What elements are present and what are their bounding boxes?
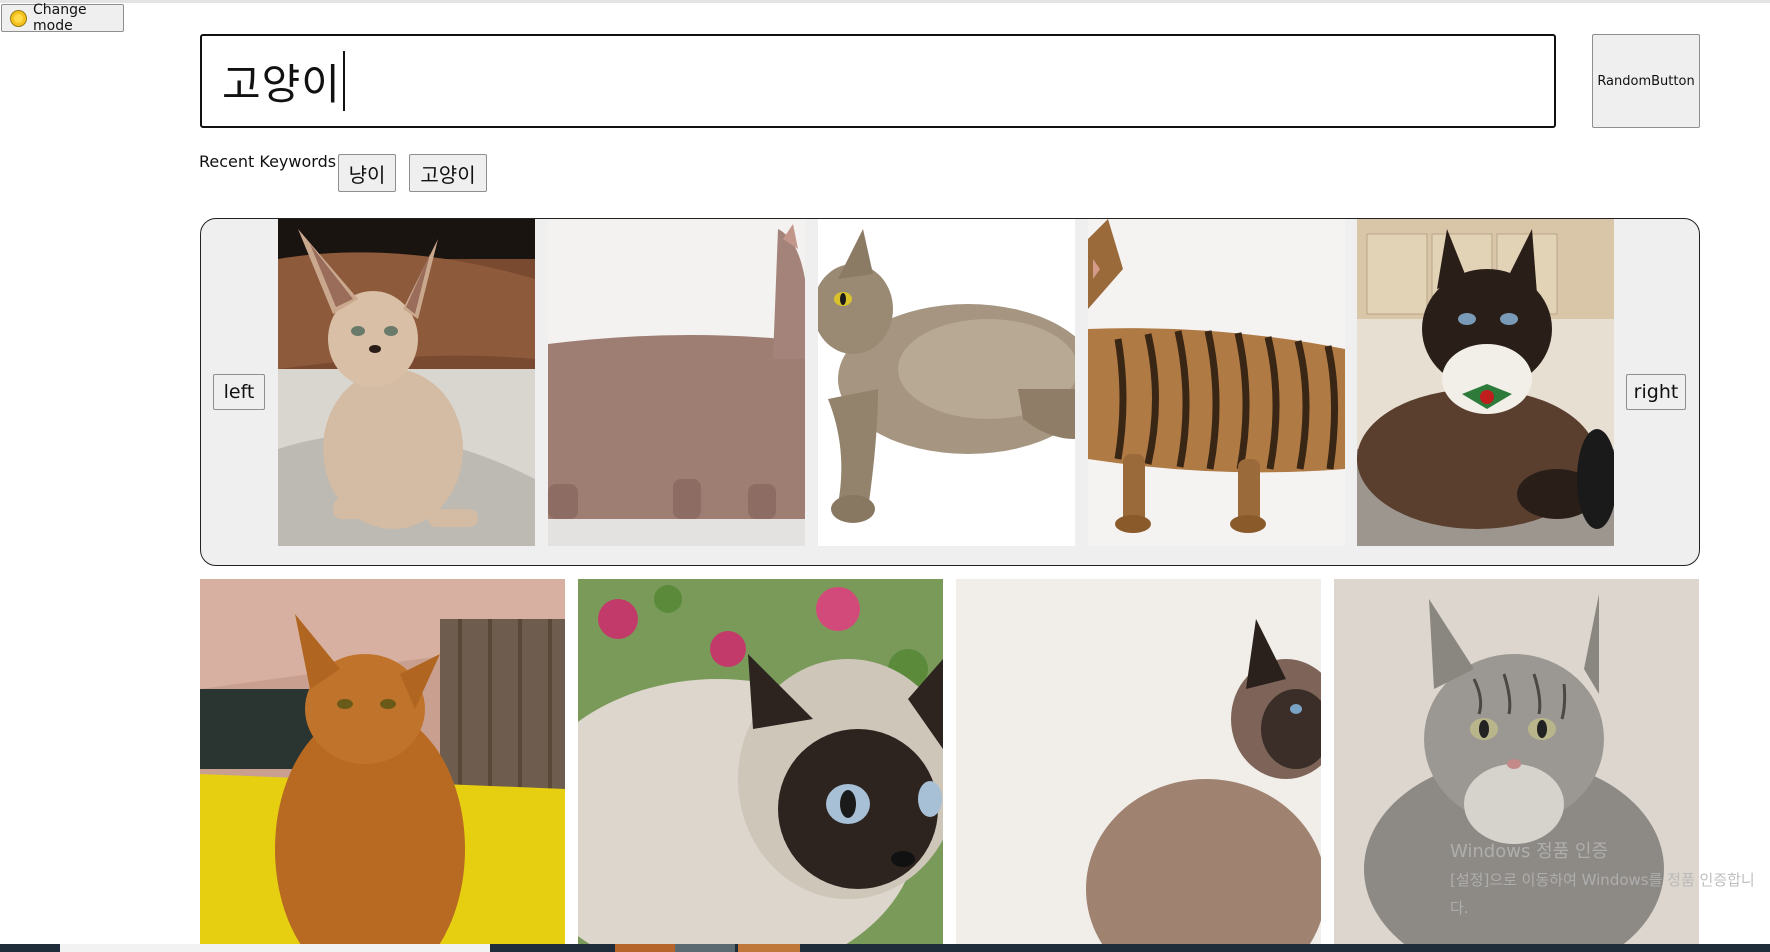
- change-mode-label: Change mode: [33, 2, 87, 34]
- text-caret: [342, 51, 345, 111]
- taskbar-segment[interactable]: [675, 944, 735, 952]
- recent-keyword-button[interactable]: 냥이: [338, 154, 396, 192]
- recent-keywords-label: Recent Keywords :: [199, 152, 347, 171]
- carousel-image[interactable]: [1357, 219, 1614, 546]
- gallery-image[interactable]: [1334, 579, 1699, 945]
- carousel-image[interactable]: [818, 219, 1075, 546]
- taskbar: [0, 944, 1770, 952]
- carousel-left-button[interactable]: left: [213, 374, 265, 410]
- random-button[interactable]: RandomButton: [1592, 34, 1700, 128]
- gallery-image[interactable]: [200, 579, 565, 945]
- change-mode-button[interactable]: Change mode: [1, 2, 124, 34]
- gallery-image[interactable]: [956, 579, 1321, 945]
- taskbar-segment[interactable]: [738, 944, 800, 952]
- gallery-image[interactable]: [578, 579, 943, 945]
- sun-icon: [10, 9, 27, 27]
- recent-keyword-button[interactable]: 고양이: [409, 154, 487, 192]
- taskbar-segment[interactable]: [60, 944, 490, 952]
- carousel-image[interactable]: [548, 219, 805, 546]
- top-border: [0, 0, 1770, 3]
- carousel-image[interactable]: [278, 219, 535, 546]
- carousel-right-button[interactable]: right: [1626, 374, 1686, 410]
- taskbar-segment[interactable]: [615, 944, 675, 952]
- carousel-image[interactable]: [1088, 219, 1345, 546]
- search-value: 고양이: [222, 59, 341, 109]
- search-input[interactable]: 고양이: [200, 34, 1556, 128]
- image-carousel: left right: [200, 218, 1700, 566]
